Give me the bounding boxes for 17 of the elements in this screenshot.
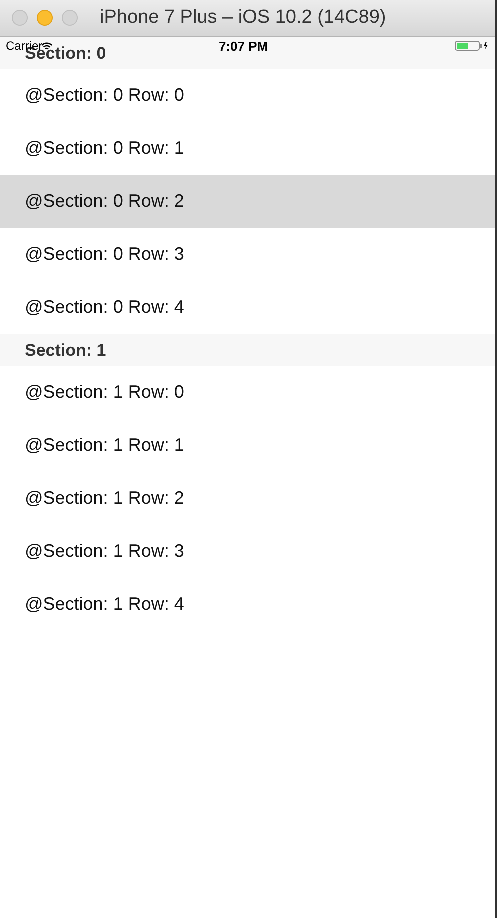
zoom-button[interactable]	[62, 10, 78, 26]
table-row[interactable]: @Section: 0 Row: 2	[0, 175, 495, 228]
table-row[interactable]: @Section: 0 Row: 4	[0, 281, 495, 334]
close-button[interactable]	[12, 10, 28, 26]
status-time: 7:07 PM	[219, 38, 268, 54]
minimize-button[interactable]	[37, 10, 53, 26]
table-row[interactable]: @Section: 1 Row: 4	[0, 578, 495, 631]
table-row[interactable]: @Section: 0 Row: 0	[0, 69, 495, 122]
section-header: Section: 1	[0, 334, 495, 366]
table-row[interactable]: @Section: 0 Row: 1	[0, 122, 495, 175]
table-row[interactable]: @Section: 1 Row: 1	[0, 419, 495, 472]
table-row[interactable]: @Section: 1 Row: 3	[0, 525, 495, 578]
table-row[interactable]: @Section: 1 Row: 0	[0, 366, 495, 419]
table-row[interactable]: @Section: 0 Row: 3	[0, 228, 495, 281]
window-title: iPhone 7 Plus – iOS 10.2 (14C89)	[100, 7, 386, 29]
battery-icon	[455, 41, 489, 51]
table-row[interactable]: @Section: 1 Row: 2	[0, 472, 495, 525]
